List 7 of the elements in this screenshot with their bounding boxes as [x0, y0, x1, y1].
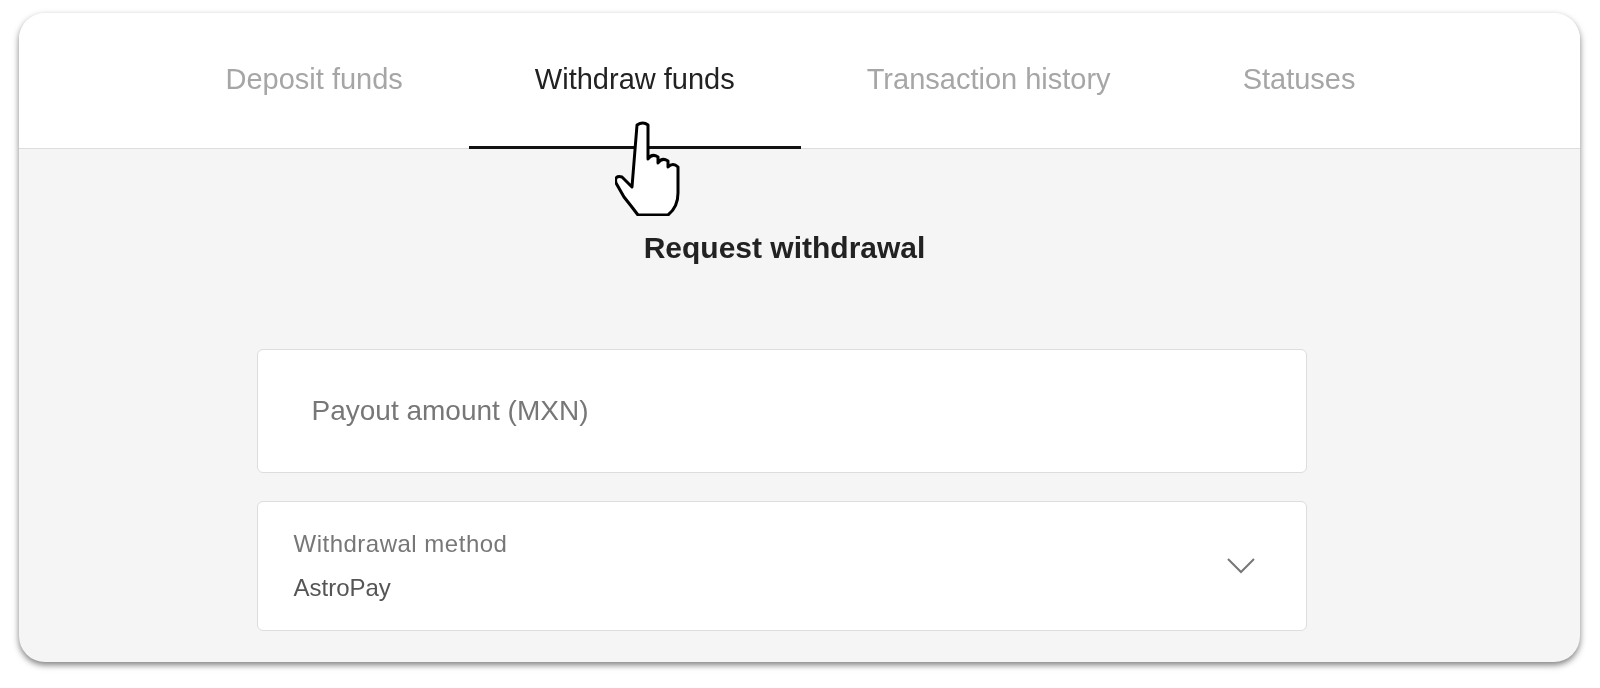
tab[interactable]: Transaction history	[800, 13, 1177, 149]
tab[interactable]: Statuses	[1176, 13, 1422, 149]
payout-amount-field[interactable]: Payout amount (MXN)	[256, 349, 1307, 473]
tab[interactable]: Deposit funds	[159, 13, 469, 149]
chevron-down-icon	[1225, 557, 1256, 575]
section-heading: Request withdrawal	[643, 231, 926, 265]
withdrawal-method-select[interactable]: Withdrawal method AstroPay	[256, 501, 1307, 631]
